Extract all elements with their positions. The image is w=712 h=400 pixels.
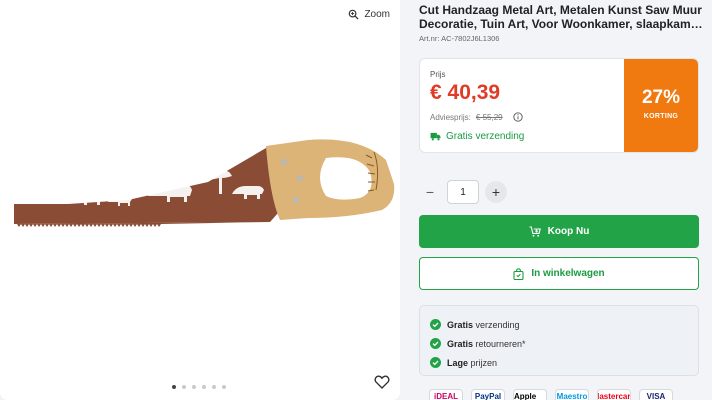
usp-text: Lage prijzen xyxy=(447,357,498,368)
price-card: Prijs € 40,39 Adviesprijs: € 55,29 Grati… xyxy=(419,58,699,153)
buy-now-label: Koop Nu xyxy=(547,226,590,237)
product-info: Cut Handzaag Metal Art, Metalen Kunst Sa… xyxy=(419,0,703,400)
check-circle-icon xyxy=(430,319,441,330)
recommended-price-label: Adviesprijs: xyxy=(430,112,471,122)
product-page: Zoom Cut Handzaag Metal Art, Metalen Kun… xyxy=(0,0,712,400)
mastercard-icon: Mastercard xyxy=(597,389,631,400)
zoom-label: Zoom xyxy=(364,9,390,20)
buy-now-button[interactable]: Koop Nu xyxy=(419,215,699,248)
quantity-decrease-button[interactable]: − xyxy=(419,181,441,203)
discount-badge: 27% KORTING xyxy=(624,59,698,152)
info-icon[interactable] xyxy=(512,112,523,122)
discount-percentage: 27% xyxy=(641,87,681,108)
payment-methods: iDEAL PayPal Apple Pay Maestro Mastercar… xyxy=(429,389,673,400)
add-to-cart-label: In winkelwagen xyxy=(531,268,605,279)
free-shipping: Gratis verzending xyxy=(430,131,524,142)
zoom-button[interactable]: Zoom xyxy=(348,9,390,20)
shopping-bag-icon xyxy=(513,267,524,280)
product-title-line1: Cut Handzaag Metal Art, Metalen Kunst Sa… xyxy=(419,3,702,17)
visa-icon: VISA xyxy=(639,389,673,400)
usp-text: Gratis verzending xyxy=(447,319,520,330)
product-title: Cut Handzaag Metal Art, Metalen Kunst Sa… xyxy=(419,3,703,31)
usp-list: Gratis verzending Gratis retourneren* La… xyxy=(419,305,699,376)
recommended-price-value: € 55,29 xyxy=(475,112,503,122)
saw-blade xyxy=(14,148,286,224)
product-title-line2: Decoratie, Tuin Art, Voor Woonkamer, sla… xyxy=(419,17,703,31)
paypal-icon: PayPal xyxy=(471,389,505,400)
gallery-dot[interactable] xyxy=(202,385,206,389)
maestro-icon: Maestro xyxy=(555,389,589,400)
saw-handle xyxy=(266,139,395,220)
add-to-cart-button[interactable]: In winkelwagen xyxy=(419,257,699,290)
gallery-dot[interactable] xyxy=(222,385,226,389)
gallery-dot[interactable] xyxy=(182,385,186,389)
usp-item: Lage prijzen xyxy=(430,353,688,372)
gallery-dot[interactable] xyxy=(192,385,196,389)
discount-label: KORTING xyxy=(643,113,679,120)
quantity-stepper: − + xyxy=(419,180,507,204)
free-shipping-label: Gratis verzending xyxy=(446,131,525,142)
price-label: Prijs xyxy=(430,70,446,79)
recommended-price: Adviesprijs: € 55,29 xyxy=(430,112,523,122)
zoom-icon xyxy=(349,9,359,20)
apple-pay-icon: Apple Pay xyxy=(513,389,547,400)
quantity-increase-button[interactable]: + xyxy=(485,181,507,203)
quantity-input[interactable] xyxy=(447,180,479,204)
gallery-dot[interactable] xyxy=(212,385,216,389)
gallery-dots xyxy=(172,385,226,389)
price-value: € 40,39 xyxy=(430,81,501,104)
wishlist-heart-icon[interactable] xyxy=(374,374,390,390)
usp-text: Gratis retourneren* xyxy=(447,338,526,349)
check-circle-icon xyxy=(430,338,441,349)
usp-item: Gratis verzending xyxy=(430,315,688,334)
usp-item: Gratis retourneren* xyxy=(430,334,688,353)
truck-icon xyxy=(430,132,441,141)
product-image-panel: Zoom xyxy=(0,0,400,400)
cart-add-icon xyxy=(529,225,541,237)
product-image[interactable] xyxy=(8,138,398,234)
check-circle-icon xyxy=(430,357,441,368)
gallery-dot[interactable] xyxy=(172,385,176,389)
ideal-icon: iDEAL xyxy=(429,389,463,400)
article-number: Art.nr: AC-7802J6L1306 xyxy=(419,34,500,43)
